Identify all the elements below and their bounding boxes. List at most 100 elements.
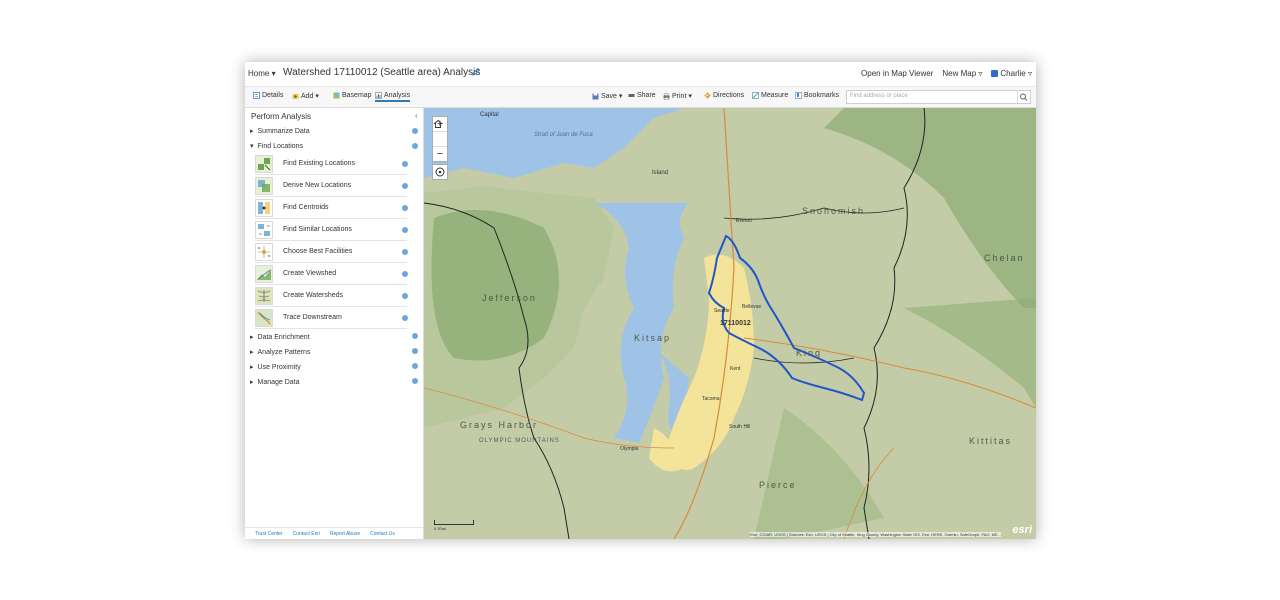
bookmarks-label: Bookmarks	[804, 92, 840, 99]
directions-button[interactable]: Directions	[704, 92, 744, 99]
footer-link-contact-esri[interactable]: Contact Esri	[293, 531, 320, 537]
home-extent-button[interactable]	[433, 119, 447, 147]
info-icon[interactable]	[402, 271, 408, 277]
info-icon[interactable]	[402, 249, 408, 255]
footer-link-report-abuse[interactable]: Report Abuse	[330, 531, 360, 537]
tool-trace-downstream[interactable]: Trace Downstream	[255, 307, 408, 329]
tool-label: Create Viewshed	[283, 270, 337, 277]
category-data-enrichment[interactable]: ▸ Data Enrichment	[250, 333, 310, 342]
user-name: Charlie ▿	[1000, 69, 1032, 78]
analysis-panel: Perform Analysis ‹ ▸ Summarize Data ▾ Fi…	[245, 108, 424, 539]
map-label-kent: Kent	[730, 366, 741, 372]
info-icon[interactable]	[402, 183, 408, 189]
map-label-kitsap: Kitsap	[634, 333, 672, 343]
derive-new-locations-icon	[255, 177, 273, 195]
edit-pencil-icon[interactable]	[471, 67, 481, 77]
footer-link-contact-us[interactable]: Contact Us	[370, 531, 395, 537]
tool-find-similar-locations[interactable]: Find Similar Locations	[255, 219, 408, 241]
header-bar: Home ▾ Watershed 17110012 (Seattle area)…	[245, 62, 1036, 87]
watershed-id-label: 17110012	[720, 320, 751, 327]
tool-label: Choose Best Facilities	[283, 248, 353, 255]
directions-icon	[704, 92, 711, 99]
info-icon[interactable]	[412, 363, 418, 369]
zoom-out-button[interactable]: −	[433, 147, 447, 161]
details-button[interactable]: Details	[253, 92, 283, 99]
measure-button[interactable]: Measure	[752, 92, 788, 99]
category-label: Find Locations	[257, 142, 304, 150]
info-icon[interactable]	[412, 348, 418, 354]
map-toolbar: Details Add ▾ Basemap Analysis Save ▾ Sh…	[245, 87, 1036, 108]
category-analyze-patterns[interactable]: ▸ Analyze Patterns	[250, 348, 310, 357]
map-label-olympia: Olympia	[620, 446, 639, 452]
map-label-jefferson: Jefferson	[482, 293, 537, 303]
measure-label: Measure	[761, 92, 789, 99]
tool-create-watersheds[interactable]: Create Watersheds	[255, 285, 408, 307]
map-title: Watershed 17110012 (Seattle area) Analys…	[283, 67, 481, 78]
map-label-king: King	[796, 348, 823, 358]
measure-icon	[752, 92, 759, 99]
footer-link-trust-center[interactable]: Trust Center	[255, 531, 283, 537]
info-icon[interactable]	[412, 128, 418, 134]
save-button[interactable]: Save ▾	[592, 92, 622, 100]
info-icon[interactable]	[402, 161, 408, 167]
share-icon	[628, 94, 635, 97]
tool-label: Find Centroids	[283, 204, 329, 211]
info-icon[interactable]	[402, 205, 408, 211]
tool-find-existing-locations[interactable]: Find Existing Locations	[255, 153, 408, 175]
info-icon[interactable]	[402, 293, 408, 299]
details-label: Details	[262, 92, 284, 99]
tool-find-centroids[interactable]: Find Centroids	[255, 197, 408, 219]
find-existing-locations-icon	[255, 155, 273, 173]
expand-arrow-icon: ▸	[250, 128, 254, 135]
map-label-bellevue: Bellevue	[742, 304, 762, 310]
user-menu[interactable]: Charlie ▿	[991, 69, 1032, 78]
tool-choose-best-facilities[interactable]: Choose Best Facilities	[255, 241, 408, 263]
category-use-proximity[interactable]: ▸ Use Proximity	[250, 363, 301, 372]
create-watersheds-icon	[255, 287, 273, 305]
find-centroids-icon	[255, 199, 273, 217]
search-input[interactable]: Find address or place	[846, 90, 1031, 104]
info-icon[interactable]	[402, 315, 408, 321]
tool-derive-new-locations[interactable]: Derive New Locations	[255, 175, 408, 197]
home-menu[interactable]: Home ▾	[248, 69, 276, 78]
tool-label: Derive New Locations	[283, 182, 352, 189]
add-button[interactable]: Add ▾	[292, 92, 319, 100]
map-label-seattle: Seattle	[714, 308, 730, 314]
category-label: Summarize Data	[257, 127, 310, 135]
print-button[interactable]: Print ▾	[663, 92, 692, 100]
analysis-label: Analysis	[384, 92, 411, 99]
map-label-snohomish: Snohomish	[802, 206, 866, 216]
bookmarks-button[interactable]: Bookmarks	[795, 92, 839, 99]
info-icon[interactable]	[412, 143, 418, 149]
new-map-menu[interactable]: New Map ▿	[942, 69, 982, 78]
info-icon[interactable]	[412, 378, 418, 384]
map-label-tacoma: Tacoma	[702, 396, 720, 402]
map-label-south-hill: South Hill	[729, 424, 751, 430]
category-find-locations[interactable]: ▾ Find Locations	[250, 142, 304, 151]
info-icon[interactable]	[402, 227, 408, 233]
choose-best-facilities-icon	[255, 243, 273, 261]
map-view[interactable]: Snohomish King Kitsap Chelan Kittitas Pi…	[424, 108, 1036, 539]
save-label: Save ▾	[601, 93, 623, 100]
map-attribution: Esri, CGIAR, USGS | Sources: Esri, USGS …	[750, 532, 1001, 537]
locate-button[interactable]	[432, 164, 448, 180]
search-icon[interactable]	[1017, 91, 1029, 103]
basemap-icon	[333, 92, 340, 99]
collapse-panel-icon[interactable]: ‹	[415, 111, 418, 120]
analysis-icon	[375, 92, 382, 99]
tool-label: Trace Downstream	[283, 314, 342, 321]
zoom-controls: + −	[432, 116, 448, 162]
bookmarks-icon	[795, 92, 802, 99]
trace-downstream-icon	[255, 309, 273, 327]
info-icon[interactable]	[412, 333, 418, 339]
open-map-viewer-link[interactable]: Open in Map Viewer	[861, 69, 933, 78]
esri-logo: esri	[1012, 524, 1032, 536]
scale-bar	[434, 520, 474, 525]
share-button[interactable]: Share	[628, 92, 656, 99]
tool-create-viewshed[interactable]: Create Viewshed	[255, 263, 408, 285]
category-summarize-data[interactable]: ▸ Summarize Data	[250, 127, 310, 136]
category-manage-data[interactable]: ▸ Manage Data	[250, 378, 300, 387]
basemap-button[interactable]: Basemap	[333, 92, 372, 99]
map-label-kittitas: Kittitas	[969, 436, 1013, 446]
analysis-button[interactable]: Analysis	[375, 92, 411, 102]
